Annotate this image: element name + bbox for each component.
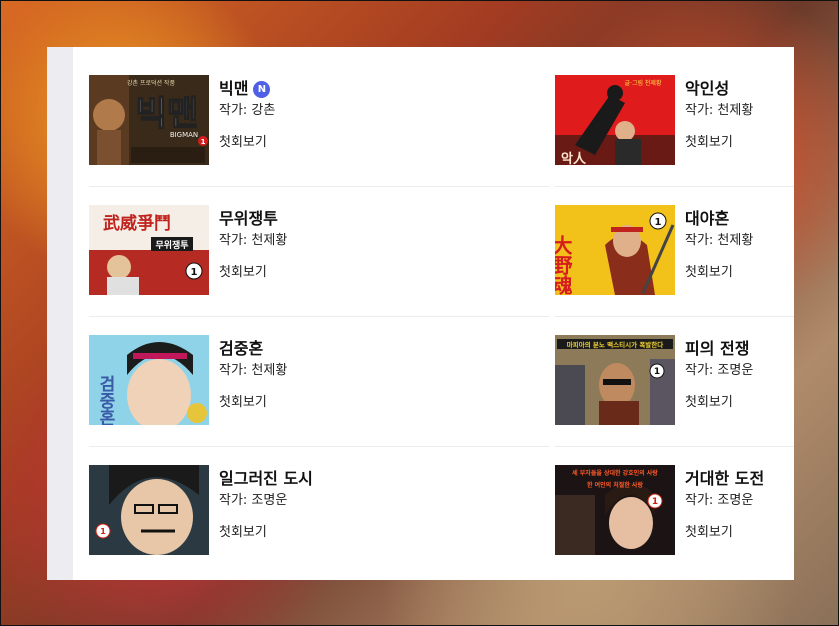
- first-episode-link[interactable]: 첫회보기: [219, 395, 267, 411]
- comic-title[interactable]: 무위쟁투: [219, 209, 278, 229]
- comic-author: 작가: 천제황: [685, 233, 754, 248]
- comic-author: 작가: 조명운: [685, 493, 754, 508]
- comic-info-bigman: 빅맨 N 작가: 강촌 첫회보기: [219, 79, 275, 151]
- right-column: 글·그림 천제황 악人 악인성 작가: 천제황 첫회보기 大野魂 1 대야혼 작…: [555, 57, 794, 577]
- cover-muwi-sub-text: 무위쟁투: [155, 239, 188, 251]
- cover-muwi-title-text: 武威爭鬥: [103, 213, 171, 234]
- comic-title-row: 무위쟁투: [219, 209, 287, 229]
- cover-volume-badge: 1: [191, 267, 198, 278]
- first-episode-link[interactable]: 첫회보기: [685, 395, 733, 411]
- comic-title-row: 일그러진 도시: [219, 469, 313, 489]
- comic-title[interactable]: 빅맨: [219, 79, 248, 99]
- comic-item-muwijaengtu: 武威爭鬥 무위쟁투 1 무위쟁투 작가: 천제황 첫회보기: [89, 187, 549, 317]
- comic-title-row: 빅맨 N: [219, 79, 275, 99]
- first-episode-link[interactable]: 첫회보기: [685, 265, 733, 281]
- comic-info-piui-jeonjaeng: 피의 전쟁 작가: 조명운 첫회보기: [685, 339, 753, 411]
- cover-geomjung-title-text: 검중혼: [95, 375, 115, 425]
- comic-item-geodaehan-dojeon: 세 부자들을 상대한 강호인의 사랑 한 여인의 처절한 사랑 1 거대한 도전…: [555, 447, 794, 577]
- first-episode-link[interactable]: 첫회보기: [219, 525, 267, 541]
- comic-info-ilgeureojin-dosi: 일그러진 도시 작가: 조명운 첫회보기: [219, 469, 313, 541]
- panel-side-strip: [47, 47, 73, 580]
- comic-info-akinseong: 악인성 작가: 천제황 첫회보기: [685, 79, 753, 151]
- comic-cover-piui-jeonjaeng[interactable]: 마피아의 분노 맥스티시가 폭발한다 1: [555, 335, 675, 425]
- comic-cover-ilgeureojin-dosi[interactable]: 1: [89, 465, 209, 555]
- cover-bigman-sub-text: BIGMAN: [170, 131, 198, 139]
- comic-cover-daeyahon[interactable]: 大野魂 1: [555, 205, 675, 295]
- comic-title[interactable]: 거대한 도전: [685, 469, 764, 489]
- comic-title-row: 거대한 도전: [685, 469, 764, 489]
- comic-title[interactable]: 대야혼: [685, 209, 729, 229]
- comic-info-geomjunghon: 검중혼 작가: 천제황 첫회보기: [219, 339, 287, 411]
- comic-author: 작가: 천제황: [219, 233, 288, 248]
- comic-cover-bigman[interactable]: 강촌 프로덕션 작품 빅맨 BIGMAN 1: [89, 75, 209, 165]
- comic-title[interactable]: 검중혼: [219, 339, 263, 359]
- comic-author: 작가: 조명운: [219, 493, 288, 508]
- comic-info-daeyahon: 대야혼 작가: 천제황 첫회보기: [685, 209, 753, 281]
- comic-item-akinseong: 글·그림 천제황 악人 악인성 작가: 천제황 첫회보기: [555, 57, 794, 187]
- cover-piui-headline-text: 마피아의 분노 맥스티시가 폭발한다: [567, 340, 664, 349]
- cover-akin-title-text: 악人: [561, 151, 587, 165]
- comic-cover-geodaehan-dojeon[interactable]: 세 부자들을 상대한 강호인의 사랑 한 여인의 처절한 사랑 1: [555, 465, 675, 555]
- comic-list-panel: 강촌 프로덕션 작품 빅맨 BIGMAN 1 빅맨 N 작가: 강촌 첫회보기: [47, 47, 794, 580]
- comic-author: 작가: 천제황: [685, 103, 754, 118]
- comic-title[interactable]: 악인성: [685, 79, 729, 99]
- cover-volume-badge: 1: [654, 367, 660, 377]
- comic-info-geodaehan-dojeon: 거대한 도전 작가: 조명운 첫회보기: [685, 469, 764, 541]
- comic-item-piui-jeonjaeng: 마피아의 분노 맥스티시가 폭발한다 1 피의 전쟁 작가: 조명운 첫회보기: [555, 317, 794, 447]
- comic-item-ilgeureojin-dosi: 1 일그러진 도시 작가: 조명운 첫회보기: [89, 447, 549, 577]
- left-column: 강촌 프로덕션 작품 빅맨 BIGMAN 1 빅맨 N 작가: 강촌 첫회보기: [89, 57, 549, 577]
- cover-akin-credit-text: 글·그림 천제황: [625, 79, 662, 87]
- first-episode-link[interactable]: 첫회보기: [685, 525, 733, 541]
- first-episode-link[interactable]: 첫회보기: [219, 135, 267, 151]
- comic-item-geomjunghon: 검중혼 검중혼 작가: 천제황 첫회보기: [89, 317, 549, 447]
- comic-title-row: 검중혼: [219, 339, 287, 359]
- comic-author: 작가: 조명운: [685, 363, 754, 378]
- cover-geodae-sub-text: 한 여인의 처절한 사랑: [587, 481, 643, 489]
- comic-info-muwijaengtu: 무위쟁투 작가: 천제황 첫회보기: [219, 209, 287, 281]
- cover-bigman-top-text: 강촌 프로덕션 작품: [127, 79, 175, 87]
- cover-volume-badge: 1: [652, 497, 658, 507]
- cover-volume-badge: 1: [655, 217, 662, 228]
- comic-cover-akinseong[interactable]: 글·그림 천제황 악人: [555, 75, 675, 165]
- comic-title-row: 악인성: [685, 79, 753, 99]
- cover-volume-badge: 1: [201, 138, 206, 146]
- comic-title[interactable]: 일그러진 도시: [219, 469, 313, 489]
- comic-cover-geomjunghon[interactable]: 검중혼: [89, 335, 209, 425]
- comic-author: 작가: 천제황: [219, 363, 288, 378]
- cover-daeyahon-title-text: 大野魂: [555, 235, 573, 295]
- cover-bigman-title-text: 빅맨: [136, 94, 199, 134]
- comic-title[interactable]: 피의 전쟁: [685, 339, 749, 359]
- comic-title-row: 대야혼: [685, 209, 753, 229]
- comic-cover-muwijaengtu[interactable]: 武威爭鬥 무위쟁투 1: [89, 205, 209, 295]
- comic-author: 작가: 강촌: [219, 103, 276, 118]
- comic-item-daeyahon: 大野魂 1 대야혼 작가: 천제황 첫회보기: [555, 187, 794, 317]
- first-episode-link[interactable]: 첫회보기: [219, 265, 267, 281]
- comic-item-bigman: 강촌 프로덕션 작품 빅맨 BIGMAN 1 빅맨 N 작가: 강촌 첫회보기: [89, 57, 549, 187]
- first-episode-link[interactable]: 첫회보기: [685, 135, 733, 151]
- cover-volume-badge: 1: [100, 527, 106, 536]
- cover-geodae-headline-text: 세 부자들을 상대한 강호인의 사랑: [572, 469, 658, 477]
- comic-title-row: 피의 전쟁: [685, 339, 753, 359]
- new-badge: N: [253, 80, 271, 98]
